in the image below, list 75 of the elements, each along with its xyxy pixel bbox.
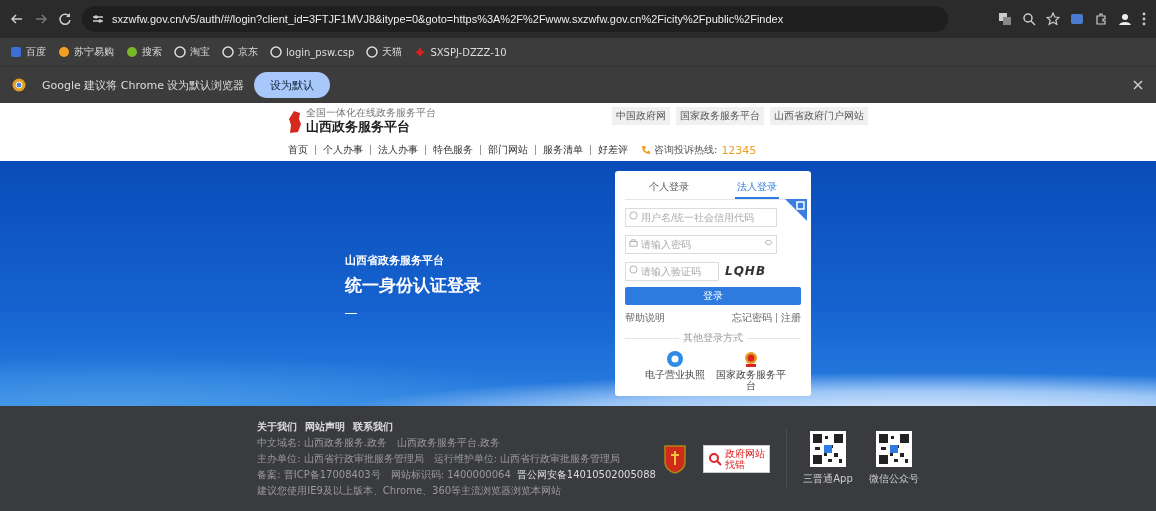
nav-link[interactable]: 个人办事 <box>315 145 370 155</box>
login-tab[interactable]: 法人登录 <box>735 177 779 199</box>
captcha-image[interactable]: LQHB <box>725 263 767 278</box>
set-default-button[interactable]: 设为默认 <box>254 72 331 98</box>
top-link[interactable]: 中国政府网 <box>612 107 670 125</box>
hotline-number: 12345 <box>721 143 757 157</box>
bookmark-item[interactable]: 天猫 <box>366 45 403 59</box>
bookmark-item[interactable]: 搜索 <box>126 45 162 59</box>
report-error-badge[interactable]: 政府网站 找错 <box>703 444 771 473</box>
url-text: sxzwfw.gov.cn/v5/auth/#/login?client_id=3FTJF1MVJ8&itype=0&goto=https%3A%2F%2Fwww.sxzwfw.gov.cn%2Ficity%2Fpublic%2Findex <box>112 13 784 25</box>
bookmark-item[interactable]: 百度 <box>10 45 46 59</box>
star-icon[interactable] <box>1046 12 1060 26</box>
address-bar[interactable]: sxzwfw.gov.cn/v5/auth/#/login?client_id=3FTJF1MVJ8&itype=0&goto=https%3A%2F%2Fwww.sxzwfw.gov.cn%2Ficity%2Fpublic%2Findex <box>82 6 948 32</box>
menu-icon[interactable] <box>1142 12 1146 26</box>
site-title: 山西政务服务平台 <box>306 118 411 136</box>
zoom-icon[interactable] <box>1022 12 1036 26</box>
nav-link[interactable]: 法人办事 <box>370 145 425 155</box>
other-login-title: 其他登录方式 <box>683 331 743 345</box>
top-link[interactable]: 山西省政府门户网站 <box>770 107 868 125</box>
translate-icon[interactable] <box>998 12 1012 26</box>
emblem-icon <box>743 351 759 367</box>
footer-text: 主办单位: 山西省行政审批服务管理局 运行维护单位: 山西省行政审批服务管理局 <box>257 451 622 466</box>
hero-subtitle: 山西省政务服务平台 <box>345 253 445 268</box>
qr-code-icon <box>875 431 912 467</box>
qr-caption: 三晋通App <box>803 472 853 486</box>
back-icon[interactable] <box>10 12 24 26</box>
bookmark-item[interactable]: login_psw.csp <box>270 46 355 58</box>
extension-icon[interactable] <box>1070 12 1084 26</box>
hero-title: 统一身份认证登录 <box>345 274 482 297</box>
qr-caption: 微信公众号 <box>868 472 919 486</box>
nav-link[interactable]: 好差评 <box>590 145 635 155</box>
footer-link[interactable]: 关于我们 <box>257 419 298 434</box>
help-link[interactable]: 帮助说明 <box>625 311 665 325</box>
bookmark-item[interactable]: 京东 <box>222 45 258 59</box>
chrome-logo-icon <box>12 78 26 92</box>
register-link[interactable]: 注册 <box>776 313 801 323</box>
phone-icon <box>641 145 651 155</box>
globe-icon <box>174 46 186 58</box>
globe-icon <box>222 46 234 58</box>
forgot-password-link[interactable]: 忘记密码 <box>732 311 772 325</box>
nav-link[interactable]: 首页 <box>288 143 315 157</box>
nav-link[interactable]: 特色服务 <box>425 145 480 155</box>
province-map-logo-icon <box>288 109 302 134</box>
login-tab[interactable]: 个人登录 <box>647 177 691 199</box>
top-link[interactable]: 国家政务服务平台 <box>676 107 764 125</box>
icp-text: 备案: 晋ICP备17008403号 网站标识码: 1400000064 <box>257 467 511 482</box>
license-icon <box>667 351 683 367</box>
forward-icon[interactable] <box>34 12 48 26</box>
login-button[interactable]: 登录 <box>625 287 801 305</box>
hotline-label: 咨询投诉热线: <box>654 143 718 157</box>
globe-icon <box>270 46 282 58</box>
bookmark-item[interactable]: 淘宝 <box>174 45 210 59</box>
reload-icon[interactable] <box>58 12 72 26</box>
qr-code-corner-icon[interactable] <box>785 199 807 221</box>
bookmark-item[interactable]: 苏宁易购 <box>58 45 114 59</box>
password-field[interactable]: 请输入密码 <box>625 235 777 254</box>
bookmark-item[interactable]: SXSPJ-DZZZ-10 <box>414 46 507 58</box>
footer-link[interactable]: 联系我们 <box>353 419 394 434</box>
site-settings-icon[interactable] <box>92 14 104 24</box>
profile-icon[interactable] <box>1118 12 1132 26</box>
close-icon[interactable] <box>1132 79 1144 91</box>
other-login-option[interactable]: 电子营业执照 <box>640 351 710 391</box>
footer-text: 中文域名: 山西政务服务.政务 山西政务服务平台.政务 <box>257 435 502 450</box>
puzzle-icon[interactable] <box>1094 12 1108 26</box>
captcha-field[interactable]: 请输入验证码 <box>625 262 719 281</box>
qr-code-icon <box>810 431 846 467</box>
site-tagline: 全国一体化在线政务服务平台 <box>306 107 436 118</box>
infobar-message: Google 建议将 Chrome 设为默认浏览器 <box>42 77 245 93</box>
nav-link[interactable]: 部门网站 <box>480 145 535 155</box>
police-record-link[interactable]: 晋公网安备14010502005088 <box>516 467 656 482</box>
globe-icon <box>366 46 379 58</box>
browser-note: 建议您使用IE9及以上版本、Chrome、360等主流浏览器浏览本网站 <box>257 483 563 498</box>
footer-link[interactable]: 网站声明 <box>305 419 346 434</box>
other-login-option[interactable]: 国家政务服务平台 <box>716 351 786 391</box>
nav-link[interactable]: 服务清单 <box>535 145 590 155</box>
